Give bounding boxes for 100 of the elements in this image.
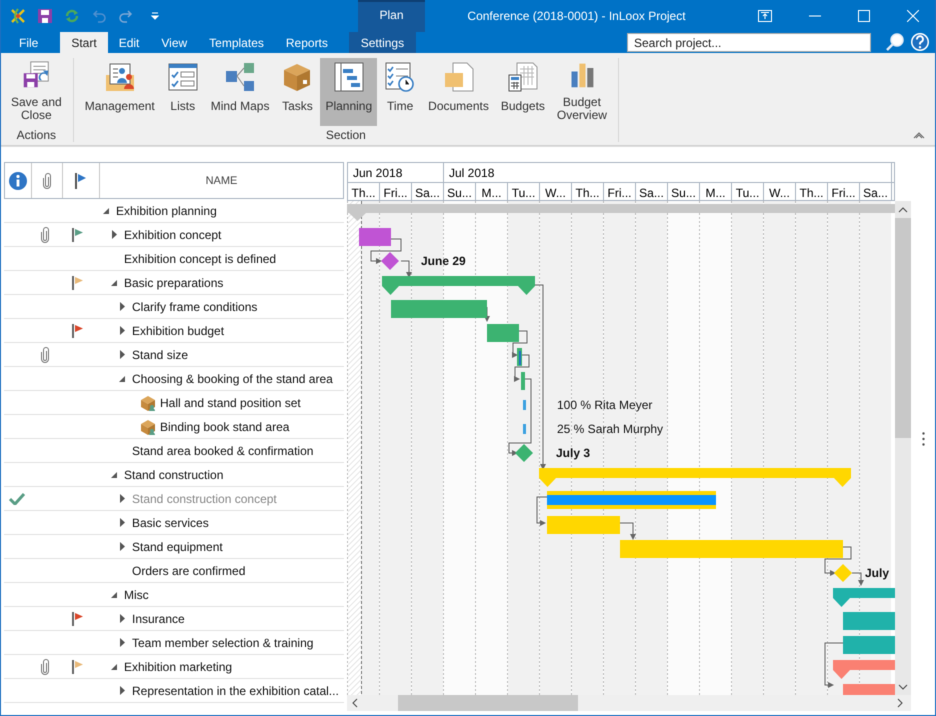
task-name[interactable]: Insurance	[132, 612, 185, 626]
ribbon-tab[interactable]: Edit	[108, 32, 150, 53]
gantt-icon	[332, 61, 365, 93]
task-name[interactable]: Representation in the exhibition catal...	[132, 684, 339, 698]
task-name[interactable]: Misc	[124, 588, 149, 602]
task-name[interactable]: Exhibition marketing	[124, 660, 232, 674]
ribbon-button[interactable]: Mind Maps	[206, 58, 274, 126]
task-name[interactable]: Stand construction concept	[132, 492, 277, 506]
milestone-date-label: June 29	[421, 254, 466, 268]
table-row[interactable]: Binding book stand area	[4, 415, 344, 439]
scrollbar-thumb[interactable]	[895, 218, 911, 438]
table-row[interactable]: Basic services	[4, 511, 344, 535]
collapsed-arrow-icon[interactable]	[120, 494, 124, 503]
ribbon-tab[interactable]: Settings	[348, 32, 416, 53]
ribbon-button[interactable]: Budget Overview	[552, 58, 612, 126]
save-icon[interactable]	[37, 8, 53, 24]
table-row[interactable]: Stand construction concept	[4, 487, 344, 511]
expanded-arrow-icon[interactable]	[111, 592, 117, 598]
ribbon-button[interactable]: Planning	[320, 58, 378, 126]
task-name[interactable]: Basic preparations	[124, 276, 224, 290]
ribbon-button[interactable]: Documents	[423, 58, 494, 126]
scroll-right-icon[interactable]	[897, 698, 903, 708]
table-row[interactable]: Representation in the exhibition catal...	[4, 679, 344, 703]
table-row[interactable]: Exhibition budget	[4, 319, 344, 343]
table-row[interactable]: Stand area booked & confirmation	[4, 439, 344, 463]
table-row[interactable]: Basic preparations	[4, 271, 344, 295]
resource-marker	[523, 400, 526, 410]
table-row[interactable]: Stand equipment	[4, 535, 344, 559]
collapsed-arrow-icon[interactable]	[120, 542, 124, 551]
task-name[interactable]: Hall and stand position set	[160, 396, 301, 410]
collapsed-arrow-icon[interactable]	[120, 686, 124, 695]
search-icon[interactable]	[885, 32, 905, 52]
dropdown-icon[interactable]	[151, 12, 159, 20]
search-field[interactable]: Search project...	[627, 33, 871, 52]
maximize-icon[interactable]	[858, 10, 870, 22]
ribbon-tab[interactable]: Reports	[274, 32, 339, 53]
task-name[interactable]: Exhibition planning	[116, 204, 217, 218]
collapse-ribbon-icon[interactable]	[913, 131, 925, 139]
ribbon-button[interactable]: Save and Close	[6, 58, 67, 126]
task-name[interactable]: Stand construction	[124, 468, 224, 482]
ribbon-display-icon[interactable]	[758, 10, 772, 22]
collapsed-arrow-icon[interactable]	[120, 518, 124, 527]
task-name[interactable]: Basic services	[132, 516, 209, 530]
scrollbar-thumb[interactable]	[398, 695, 578, 711]
table-row[interactable]: Misc	[4, 583, 344, 607]
collapsed-arrow-icon[interactable]	[120, 614, 124, 623]
flag-icon[interactable]	[75, 172, 87, 188]
expanded-arrow-icon[interactable]	[111, 472, 117, 478]
collapsed-arrow-icon[interactable]	[120, 350, 124, 359]
table-row[interactable]: Exhibition concept is defined	[4, 247, 344, 271]
ribbon-button[interactable]: Management	[80, 58, 160, 126]
expanded-arrow-icon[interactable]	[111, 664, 117, 670]
splitter-grip-icon[interactable]	[922, 432, 924, 446]
info-icon[interactable]	[9, 172, 27, 190]
table-row[interactable]: Exhibition concept	[4, 223, 344, 247]
ribbon-button[interactable]: Tasks	[276, 58, 318, 126]
task-name[interactable]: Exhibition budget	[132, 324, 224, 338]
ribbon-tab[interactable]: Templates	[198, 32, 275, 53]
help-icon[interactable]	[910, 32, 930, 52]
expanded-arrow-icon[interactable]	[119, 376, 125, 382]
table-row[interactable]: Orders are confirmed	[4, 559, 344, 583]
task-name[interactable]: Choosing & booking of the stand area	[132, 372, 333, 386]
table-row[interactable]: Insurance	[4, 607, 344, 631]
task-name[interactable]: Exhibition concept	[124, 228, 222, 242]
scroll-up-icon[interactable]	[898, 207, 908, 213]
scroll-left-icon[interactable]	[352, 698, 358, 708]
task-name[interactable]: Stand equipment	[132, 540, 223, 554]
ribbon-button[interactable]: Lists	[162, 58, 204, 126]
expanded-arrow-icon[interactable]	[103, 208, 109, 214]
task-name[interactable]: Clarify frame conditions	[132, 300, 258, 314]
ribbon-button[interactable]: Time	[379, 58, 422, 126]
paperclip-icon[interactable]	[43, 172, 51, 188]
task-name[interactable]: Binding book stand area	[160, 420, 290, 434]
task-name[interactable]: Team member selection & training	[132, 636, 314, 650]
expanded-arrow-icon[interactable]	[111, 280, 117, 286]
table-row[interactable]: Team member selection & training	[4, 631, 344, 655]
table-row[interactable]: Exhibition planning	[4, 199, 344, 223]
column-header[interactable]: NAME	[100, 163, 343, 198]
collapsed-arrow-icon[interactable]	[112, 230, 116, 239]
task-name[interactable]: Exhibition concept is defined	[124, 252, 276, 266]
task-name[interactable]: Stand area booked & confirmation	[132, 444, 314, 458]
collapsed-arrow-icon[interactable]	[120, 302, 124, 311]
task-name[interactable]: Orders are confirmed	[132, 564, 246, 578]
horizontal-scrollbar[interactable]	[347, 695, 911, 711]
task-name[interactable]: Stand size	[132, 348, 188, 362]
ribbon-tab[interactable]: Start	[60, 32, 108, 53]
table-row[interactable]: Clarify frame conditions	[4, 295, 344, 319]
table-row[interactable]: Hall and stand position set	[4, 391, 344, 415]
ribbon-tab[interactable]: View	[150, 32, 198, 53]
table-row[interactable]: Choosing & booking of the stand area	[4, 367, 344, 391]
collapsed-arrow-icon[interactable]	[120, 326, 124, 335]
collapsed-arrow-icon[interactable]	[120, 638, 124, 647]
ribbon-tab[interactable]: File	[1, 32, 46, 53]
table-row[interactable]: Stand construction	[4, 463, 344, 487]
ribbon-button[interactable]: Budgets	[496, 58, 550, 126]
scroll-down-icon[interactable]	[898, 684, 908, 690]
table-row[interactable]: Stand size	[4, 343, 344, 367]
table-row[interactable]: Exhibition marketing	[4, 655, 344, 679]
close-icon[interactable]	[907, 10, 919, 22]
vertical-scrollbar[interactable]	[895, 201, 911, 695]
